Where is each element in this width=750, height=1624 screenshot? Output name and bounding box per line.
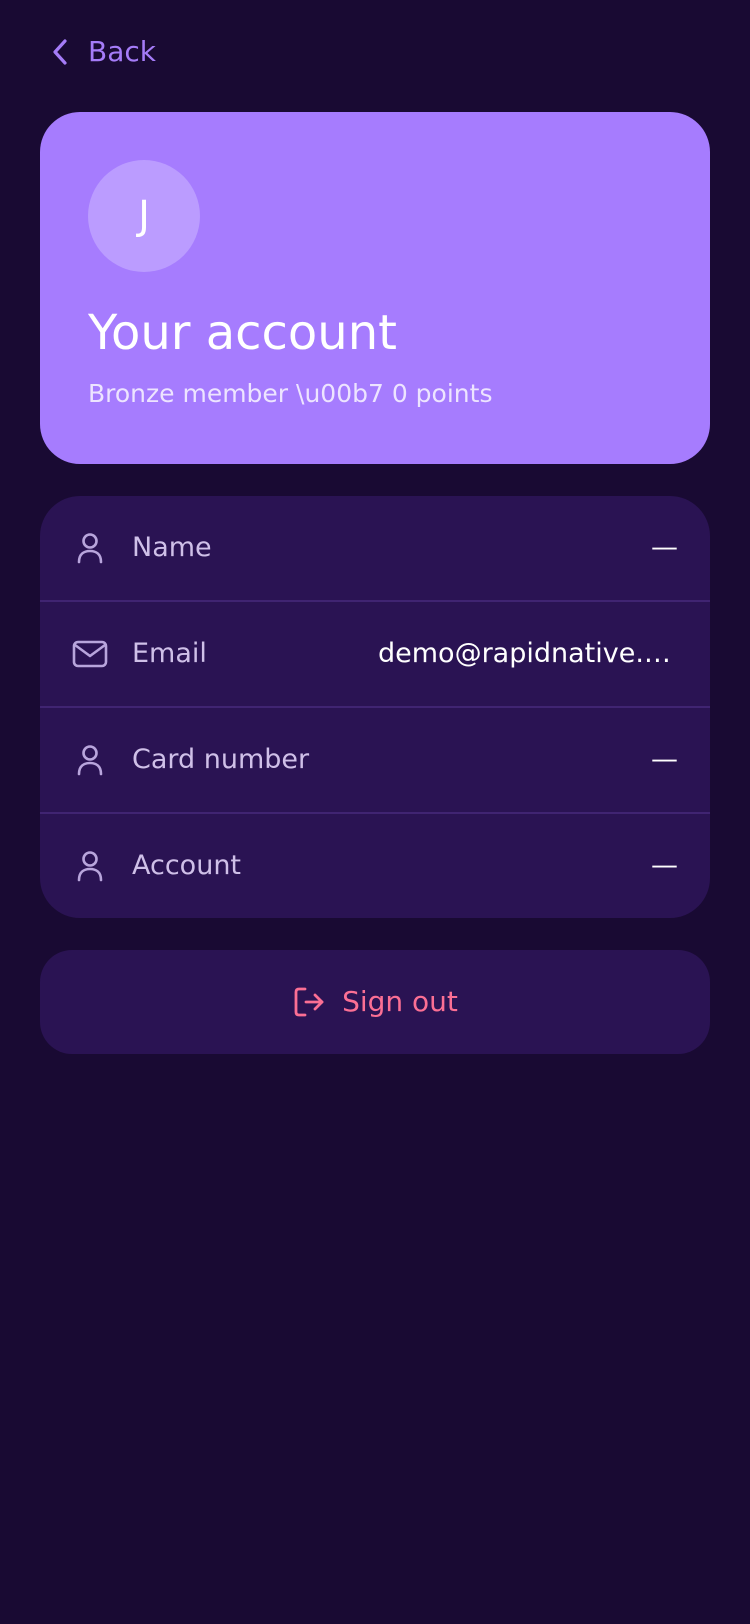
chevron-left-icon bbox=[48, 36, 72, 68]
detail-label: Account bbox=[132, 850, 242, 881]
membership-status: Bronze member \u00b7 0 points bbox=[88, 379, 493, 408]
account-hero-card: J Your account Bronze member \u00b7 0 po… bbox=[40, 112, 710, 464]
detail-label: Card number bbox=[132, 744, 310, 775]
detail-value: — bbox=[651, 850, 678, 881]
back-label: Back bbox=[88, 35, 156, 68]
detail-label: Email bbox=[132, 638, 207, 669]
sign-out-label: Sign out bbox=[342, 985, 458, 1018]
user-icon bbox=[72, 530, 108, 566]
detail-row-card-number[interactable]: Card number — bbox=[40, 708, 710, 814]
detail-value: — bbox=[651, 744, 678, 775]
detail-value: demo@rapidnative.com bbox=[378, 638, 678, 669]
user-icon bbox=[72, 848, 108, 884]
back-button[interactable]: Back bbox=[48, 30, 156, 74]
detail-row-email[interactable]: Email demo@rapidnative.com bbox=[40, 602, 710, 708]
mail-icon bbox=[72, 636, 108, 672]
detail-label: Name bbox=[132, 532, 212, 563]
detail-row-name[interactable]: Name — bbox=[40, 496, 710, 602]
detail-value: — bbox=[651, 532, 678, 563]
detail-row-account[interactable]: Account — bbox=[40, 814, 710, 918]
avatar: J bbox=[88, 160, 200, 272]
user-icon bbox=[72, 742, 108, 778]
sign-out-button[interactable]: Sign out bbox=[40, 950, 710, 1054]
log-out-icon bbox=[292, 985, 326, 1019]
account-details-card: Name — Email demo@rapidnative.com Card n… bbox=[40, 496, 710, 918]
page-title: Your account bbox=[88, 305, 397, 361]
